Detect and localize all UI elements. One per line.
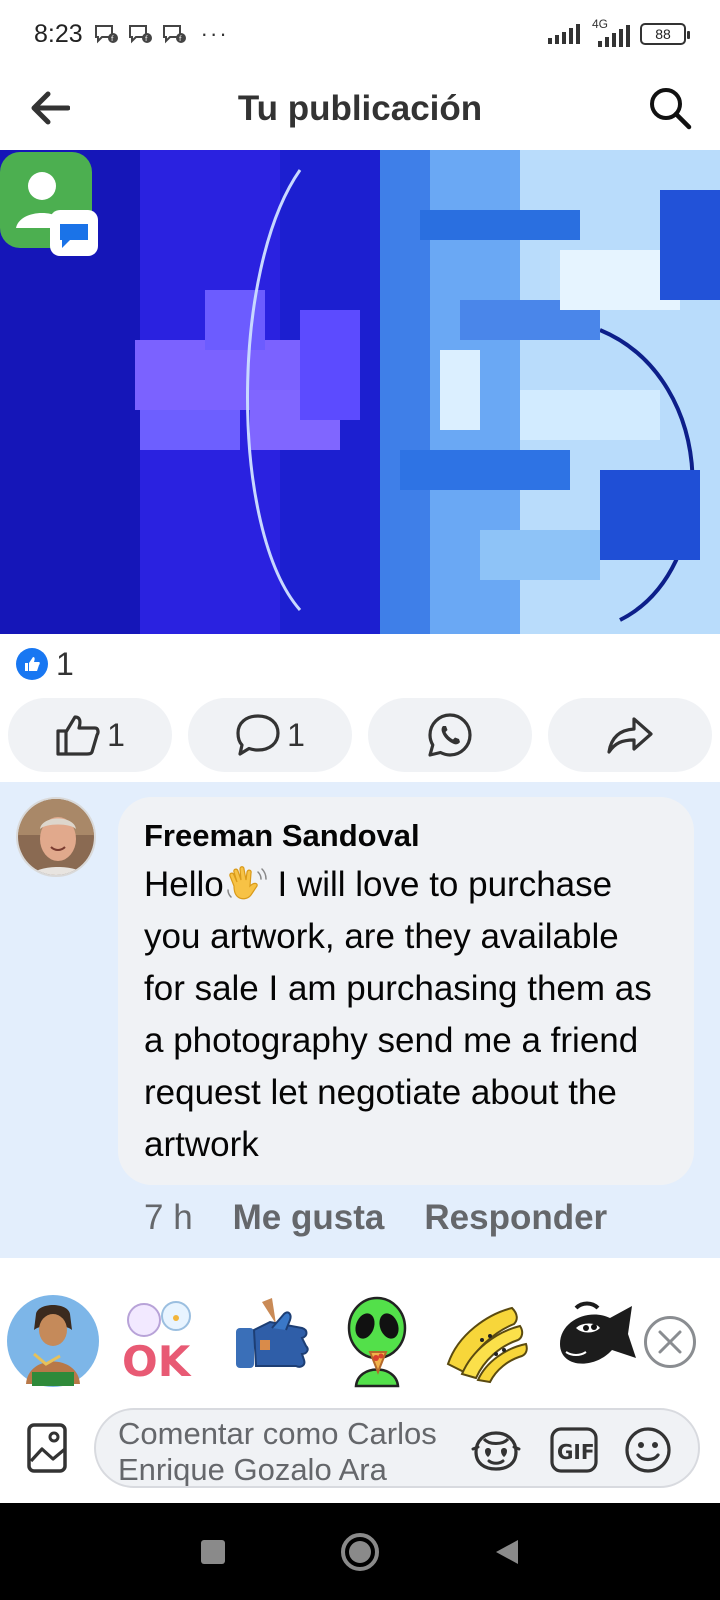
- sticker-suggestions: OK: [0, 1290, 720, 1392]
- svg-text:OK: OK: [122, 1337, 192, 1386]
- floating-messages-app-bubble[interactable]: [0, 152, 100, 262]
- comment-like-link[interactable]: Me gusta: [233, 1198, 385, 1238]
- back-nav-button[interactable]: [477, 1522, 537, 1582]
- comment-input[interactable]: Comentar como Carlos Enrique Gozalo Ara …: [94, 1408, 700, 1488]
- comment-time: 7 h: [144, 1198, 193, 1237]
- comment-composer: Comentar como Carlos Enrique Gozalo Ara …: [0, 1400, 720, 1500]
- robot-thumbs-up-icon: [236, 1298, 309, 1368]
- messenger-notification-icon: f: [128, 25, 152, 44]
- alien-pizza-sticker[interactable]: [330, 1294, 424, 1388]
- emoji-button[interactable]: [622, 1424, 674, 1476]
- triangle-back-icon: [495, 1539, 518, 1564]
- more-notifications-icon: ···: [200, 21, 229, 46]
- whatsapp-share-button[interactable]: [368, 698, 532, 772]
- whatsapp-icon: [428, 713, 472, 757]
- comment-meta: 7 h Me gusta Responder: [144, 1198, 607, 1238]
- svg-text:GIF: GIF: [557, 1440, 595, 1464]
- battery-level: 88: [655, 26, 671, 42]
- gif-icon: GIF: [550, 1427, 598, 1473]
- square-icon: [201, 1539, 226, 1564]
- comment-author[interactable]: Freeman Sandoval: [144, 815, 668, 857]
- comment-count: 1: [287, 716, 305, 753]
- notification-icons: f f f: [93, 23, 187, 45]
- page-title: Tu publicación: [237, 89, 483, 128]
- circle-home-icon: [340, 1532, 379, 1571]
- close-icon: [658, 1330, 682, 1354]
- share-icon: [607, 717, 653, 754]
- fish-icon: [560, 1301, 636, 1364]
- ok-sticker-icon: OK: [122, 1301, 192, 1386]
- status-bar: 8:23 f f f ··· 4G 88: [0, 0, 720, 68]
- comment-text-rest: I will love to purchase you artwork, are…: [144, 865, 652, 1164]
- comment-bubble[interactable]: Freeman Sandoval Hello I will love to pu…: [118, 797, 694, 1185]
- home-button[interactable]: [330, 1522, 390, 1582]
- ok-sticker[interactable]: OK: [114, 1294, 208, 1388]
- like-badge-icon: [16, 648, 48, 680]
- photo-icon: [27, 1423, 67, 1473]
- arrow-left-icon: [31, 91, 70, 125]
- fish-sticker[interactable]: [546, 1294, 640, 1388]
- artwork-image: [0, 150, 720, 634]
- recent-apps-button[interactable]: [183, 1522, 243, 1582]
- avatar-sticker-button[interactable]: [470, 1424, 522, 1476]
- commenter-avatar[interactable]: [16, 797, 96, 877]
- waving-hand-icon: [227, 866, 267, 900]
- bananas-icon: [446, 1306, 528, 1384]
- messenger-notification-icon: f: [162, 25, 186, 44]
- share-button[interactable]: [548, 698, 712, 772]
- signal-bars-icon: [598, 25, 630, 47]
- attach-photo-button[interactable]: [24, 1420, 70, 1476]
- like-count: 1: [107, 716, 125, 753]
- comment-input-placeholder: Comentar como Carlos Enrique Gozalo Ara: [118, 1416, 437, 1486]
- emoji-icon: [625, 1427, 671, 1473]
- comment-text: Hello I will love to purchase you artwor…: [144, 859, 668, 1171]
- status-right: 4G 88: [548, 17, 690, 47]
- app-header: Tu publicación: [0, 68, 720, 150]
- comment-reply-link[interactable]: Responder: [424, 1198, 607, 1238]
- close-stickers-button[interactable]: [644, 1316, 696, 1368]
- alien-pizza-icon: [347, 1296, 407, 1388]
- signal-icon: [548, 24, 580, 44]
- warrior-sticker[interactable]: [6, 1294, 100, 1388]
- status-time: 8:23: [34, 19, 83, 48]
- signal-4g-icon: 4G: [590, 17, 630, 47]
- post-image[interactable]: [0, 150, 720, 634]
- battery-indicator: 88: [640, 23, 690, 45]
- like-button[interactable]: 1: [8, 698, 172, 772]
- messages-contact-icon: [0, 152, 98, 256]
- warrior-sticker-icon: [7, 1295, 99, 1387]
- bananas-sticker[interactable]: [438, 1294, 532, 1388]
- comment-icon: [236, 714, 280, 756]
- reactions-count: 1: [56, 645, 74, 682]
- back-button[interactable]: [24, 82, 76, 134]
- search-button[interactable]: [644, 82, 696, 134]
- post-actions: 1 1: [8, 698, 712, 772]
- thumbs-up-icon: [56, 715, 100, 756]
- reactions-summary[interactable]: 1: [16, 646, 74, 682]
- avatar-sticker-icon: [471, 1431, 521, 1471]
- messenger-notification-icon: f: [94, 25, 118, 44]
- thumbs-up-robot-sticker[interactable]: [222, 1294, 316, 1388]
- gif-button[interactable]: GIF: [548, 1424, 600, 1476]
- comment-button[interactable]: 1: [188, 698, 352, 772]
- comment-text-start: Hello: [144, 865, 224, 904]
- system-navigation-bar: [0, 1503, 720, 1600]
- search-icon: [650, 88, 692, 130]
